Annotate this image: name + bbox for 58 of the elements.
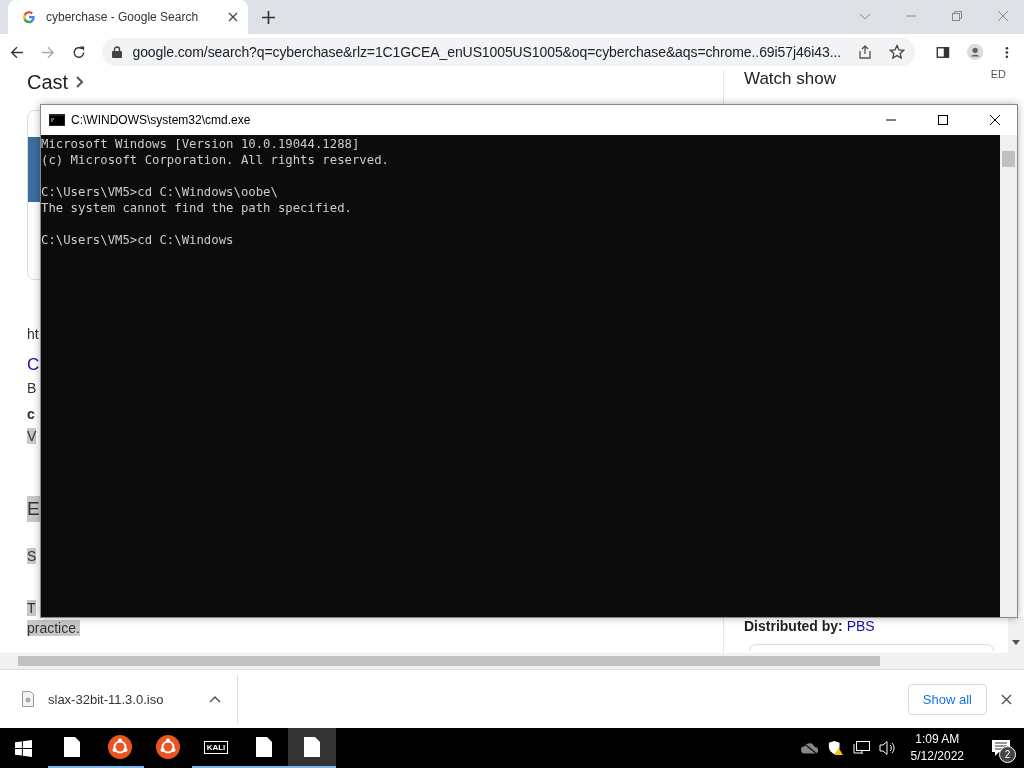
caret-icon[interactable]	[209, 695, 221, 703]
network-icon[interactable]	[852, 740, 871, 756]
result-link[interactable]: C	[27, 352, 40, 380]
restore-icon[interactable]	[951, 10, 963, 22]
maximize-icon[interactable]	[937, 114, 949, 126]
close-icon[interactable]	[989, 114, 1001, 126]
new-tab-icon[interactable]	[262, 11, 275, 24]
google-icon	[22, 10, 36, 24]
page-text: V	[27, 428, 37, 444]
address-field[interactable]: google.com/search?q=cyberchase&rlz=1C1GCEA_enUS1005US1005&oq=cyberchase&aqs=chrome..69i57j46i43...	[102, 38, 916, 66]
ubuntu-logo-icon	[156, 735, 180, 759]
page-text: c	[27, 406, 35, 424]
document-icon	[64, 737, 80, 757]
distributor-text: Distributed by: PBS	[744, 618, 876, 634]
window-title: C:\WINDOWS\system32\cmd.exe	[71, 113, 251, 127]
ubuntu-logo-icon	[108, 735, 132, 759]
console-icon	[49, 114, 65, 126]
console-line: The system cannot find the path specified.	[41, 200, 352, 216]
reload-icon[interactable]	[71, 43, 86, 61]
volume-icon[interactable]	[878, 740, 897, 756]
page-text: S	[27, 548, 37, 564]
document-icon	[256, 737, 272, 757]
console-line: Microsoft Windows [Version 10.0.19044.1288]	[41, 136, 360, 152]
windows-logo-icon[interactable]	[15, 739, 32, 757]
distributor-link[interactable]: PBS	[846, 618, 875, 634]
page-text: practice.	[27, 620, 80, 636]
notifications-button[interactable]: 2	[978, 728, 1024, 768]
taskbar-app[interactable]	[288, 728, 336, 768]
scrollbar[interactable]	[0, 653, 1024, 669]
show-all-button[interactable]: Show all	[907, 683, 987, 715]
shield-warning-icon[interactable]	[826, 740, 845, 756]
profile-icon[interactable]	[966, 42, 984, 62]
document-icon	[304, 737, 320, 757]
page-text: E	[27, 496, 40, 522]
down-arrow-icon[interactable]	[1012, 640, 1020, 645]
section-heading: Watch show	[744, 70, 836, 89]
console-line: C:\Users\VM5>cd C:\Windows\oobe\	[41, 184, 278, 200]
page-text: B	[27, 380, 37, 398]
page-text: ht	[27, 326, 39, 344]
close-icon[interactable]	[1001, 693, 1012, 705]
browser-tab[interactable]: cyberchase - Google Search	[8, 0, 248, 34]
section-heading[interactable]: Cast	[27, 70, 69, 94]
download-item[interactable]: slax-32bit-11.3.0.iso	[22, 675, 238, 723]
console-line: C:\Users\VM5>cd C:\Windows	[41, 232, 234, 248]
scrollbar[interactable]	[1000, 135, 1017, 617]
scrollbar[interactable]	[1008, 617, 1024, 653]
language-label: ED	[990, 70, 1006, 80]
chevron-icon[interactable]	[76, 76, 85, 88]
star-icon[interactable]	[889, 44, 906, 60]
lock-icon	[112, 46, 123, 58]
taskbar-app[interactable]: KALI	[192, 728, 240, 768]
clock[interactable]: 1:09 AM 5/12/2022	[904, 728, 978, 768]
console-line: (c) Microsoft Corporation. All rights reserved.	[41, 152, 389, 168]
cloud-off-icon[interactable]	[800, 740, 819, 756]
disc-file-icon	[22, 691, 34, 707]
page-text: T	[27, 600, 36, 616]
share-icon[interactable]	[857, 44, 874, 60]
close-icon[interactable]	[228, 12, 238, 22]
